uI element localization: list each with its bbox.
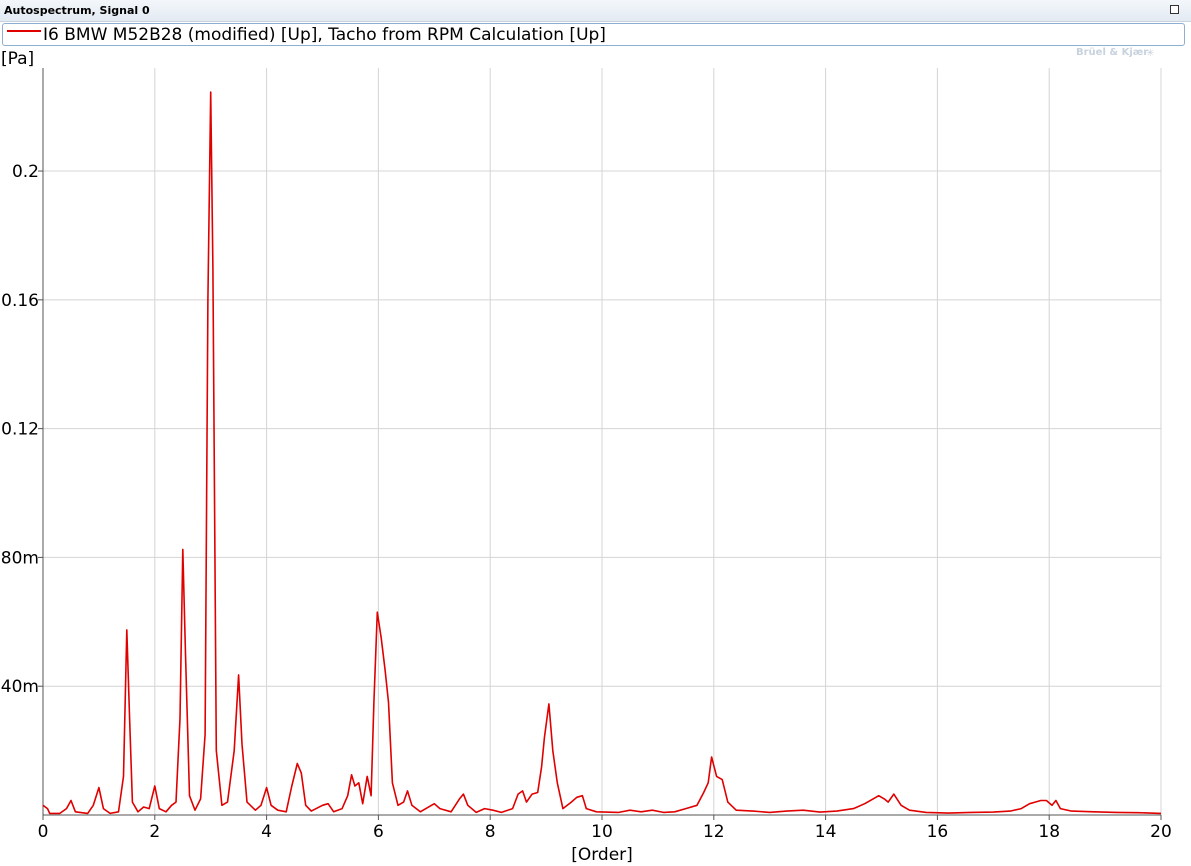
x-tick-label: 8 (485, 822, 496, 842)
x-tick-label: 18 (1038, 822, 1060, 842)
x-tick-label: 10 (591, 822, 613, 842)
x-tick-label: 4 (261, 822, 272, 842)
x-tick-label: 2 (149, 822, 160, 842)
y-tick-label: 0.12 (1, 420, 39, 440)
x-axis-label: [Order] (571, 845, 633, 865)
x-tick-label: 16 (927, 822, 949, 842)
spectrum-chart[interactable]: 0 2 4 6 8 10 12 14 16 18 20 40m 80m 0.12 0.16 0.2 [Orde… (0, 0, 1191, 866)
x-tick-label: 14 (815, 822, 837, 842)
x-tick-label: 0 (38, 822, 49, 842)
y-tick-label: 0.16 (1, 291, 39, 311)
y-tick-label: 80m (1, 548, 39, 568)
x-tick-label: 20 (1150, 822, 1172, 842)
y-tick-label: 40m (1, 677, 39, 697)
x-tick-label: 6 (373, 822, 384, 842)
chart-grid (43, 68, 1162, 815)
y-tick-label: 0.2 (12, 162, 39, 182)
x-tick-label: 12 (703, 822, 725, 842)
chart-tick-labels: 0 2 4 6 8 10 12 14 16 18 20 40m 80m 0.12 0.16 0.2 (1, 162, 1172, 842)
